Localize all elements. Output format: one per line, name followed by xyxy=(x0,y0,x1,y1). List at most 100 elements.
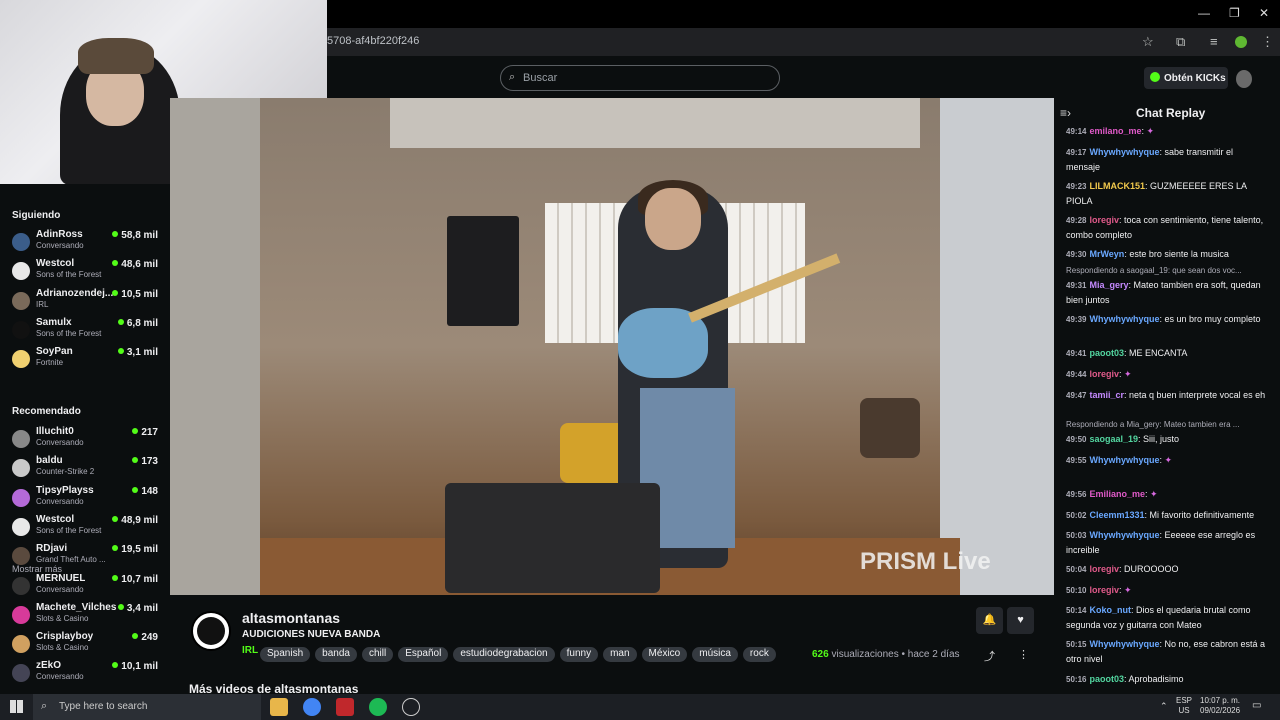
user-avatar[interactable] xyxy=(1236,70,1252,88)
tag-chip[interactable]: México xyxy=(641,647,688,662)
restore-icon[interactable]: ❐ xyxy=(1229,6,1240,20)
channel-avatar[interactable] xyxy=(191,611,231,651)
channel-name[interactable]: altasmontanas xyxy=(242,610,340,626)
category-link[interactable]: IRL xyxy=(242,645,258,656)
app-icon[interactable] xyxy=(336,698,354,716)
channel-category: Sons of the Forest xyxy=(36,328,102,338)
spotify-icon[interactable] xyxy=(369,698,387,716)
chat-username[interactable]: Whywhywhyque xyxy=(1089,530,1159,540)
tag-chip[interactable]: Español xyxy=(398,647,449,662)
bookmark-star-icon[interactable]: ☆ xyxy=(1142,34,1154,50)
channel-avatar xyxy=(12,233,30,251)
profile-icon[interactable] xyxy=(1235,36,1247,48)
channel-avatar xyxy=(12,350,30,369)
chat-username[interactable]: Whywhywhyque xyxy=(1089,639,1159,649)
sidebar-channel[interactable]: TipsyPlayss Conversando 148 xyxy=(12,485,162,514)
chat-username[interactable]: loregiv xyxy=(1089,564,1119,574)
viewer-count-value: 19,5 mil xyxy=(121,544,158,556)
get-kicks-button[interactable]: Obtén KICKs xyxy=(1144,67,1228,89)
viewer-count-value: 10,7 mil xyxy=(121,573,158,585)
clock[interactable]: 10:07 p. m. 09/02/2026 xyxy=(1200,696,1240,716)
sidebar-channel[interactable]: RDjavi Grand Theft Auto ... 19,5 mil xyxy=(12,543,162,572)
chat-username[interactable]: tamii_cr xyxy=(1089,390,1124,400)
chat-username[interactable]: loregiv xyxy=(1089,369,1119,379)
share-icon[interactable]: ⤴ xyxy=(984,648,995,664)
chat-username[interactable]: Koko_nut xyxy=(1089,605,1131,615)
emote-icon: ✦ xyxy=(1164,455,1173,465)
notification-center-icon[interactable]: ▭ xyxy=(1252,701,1261,711)
obs-icon[interactable] xyxy=(402,698,420,716)
viewer-count-value: 148 xyxy=(141,485,158,497)
chat-message: 49:31 Mia_gery: Mateo tambien era soft, q… xyxy=(1066,280,1261,305)
search-input[interactable]: ⌕ Buscar xyxy=(500,65,780,91)
chat-username[interactable]: paoot03 xyxy=(1089,674,1124,684)
sidebar-channel[interactable]: baldu Counter-Strike 2 173 xyxy=(12,455,162,484)
sidebar-channel[interactable]: Illuchit0 Conversando 217 xyxy=(12,426,162,455)
tag-chip[interactable]: Spanish xyxy=(260,647,311,662)
more-options-icon[interactable]: ⋮ xyxy=(1018,648,1029,661)
collapse-chat-icon[interactable]: ≡› xyxy=(1060,106,1071,120)
sidebar-channel[interactable]: SoyPan Fortnite 3,1 mil xyxy=(12,346,162,375)
chat-username[interactable]: Whywhywhyque xyxy=(1089,147,1159,157)
minimize-icon[interactable]: — xyxy=(1198,6,1210,20)
browser-menu-icon[interactable]: ⋮ xyxy=(1261,34,1274,50)
chat-username[interactable]: loregiv xyxy=(1089,585,1119,595)
message-timestamp: 49:41 xyxy=(1066,349,1087,358)
tag-chip[interactable]: banda xyxy=(315,647,357,662)
chat-username[interactable]: LILMACK151 xyxy=(1089,181,1145,191)
chat-username[interactable]: loregiv xyxy=(1089,215,1119,225)
tag-chip[interactable]: música xyxy=(692,647,738,662)
region-code: US xyxy=(1178,706,1190,715)
tag-chip[interactable]: rock xyxy=(742,647,776,662)
media-control-icon[interactable]: ≡ xyxy=(1210,34,1218,49)
sidebar-channel[interactable]: Machete_Vilches Slots & Casino 3,4 mil xyxy=(12,602,162,631)
viewer-count: 173 xyxy=(132,456,158,467)
chat-username[interactable]: emilano_me xyxy=(1089,126,1141,136)
chat-username[interactable]: Emiliano_me xyxy=(1089,489,1145,499)
tag-chip[interactable]: chill xyxy=(361,647,394,662)
tray-chevron-icon[interactable]: ⌃ xyxy=(1160,701,1168,711)
language-indicator[interactable]: ESP US xyxy=(1176,696,1192,716)
chrome-icon[interactable] xyxy=(303,698,321,716)
sidebar-channel[interactable]: Crisplayboy Slots & Casino 249 xyxy=(12,631,162,660)
view-stats: 626 visualizaciones • hace 2 días xyxy=(812,649,960,660)
message-timestamp: 50:10 xyxy=(1066,586,1087,595)
sidebar-channel[interactable]: zEkO Conversando 10,1 mil xyxy=(12,660,162,689)
chat-username[interactable]: Cleemm1331 xyxy=(1089,510,1144,520)
sidebar-channel[interactable]: MERNUEL Conversando 10,7 mil xyxy=(12,573,162,602)
chat-username[interactable]: MrWeyn xyxy=(1089,249,1124,259)
taskbar-search[interactable]: ⌕ Type here to search xyxy=(33,694,261,720)
chat-username[interactable]: Whywhywhyque xyxy=(1089,455,1159,465)
channel-name: Machete_Vilches xyxy=(36,601,117,613)
chat-message: 49:41 paoot03: ME ENCANTA xyxy=(1066,348,1188,358)
follow-heart-button[interactable]: ♥ xyxy=(1007,607,1034,634)
chat-message: 49:47 tamii_cr: neta q buen interprete vo… xyxy=(1066,390,1266,400)
extensions-icon[interactable]: ⧉ xyxy=(1176,34,1185,50)
message-timestamp: 49:31 xyxy=(1066,281,1087,290)
live-dot-icon xyxy=(132,457,139,464)
url-text[interactable]: 5708-af4bf220f246 xyxy=(327,35,419,47)
tag-chip[interactable]: estudiodegrabacion xyxy=(453,647,555,662)
file-explorer-icon[interactable] xyxy=(270,698,288,716)
sidebar-channel[interactable]: Samulx Sons of the Forest 6,8 mil xyxy=(12,317,162,346)
channel-category: Slots & Casino xyxy=(36,613,89,623)
message-timestamp: 49:23 xyxy=(1066,182,1087,191)
tag-chip[interactable]: funny xyxy=(559,647,599,662)
close-icon[interactable]: ✕ xyxy=(1259,6,1269,20)
chat-username[interactable]: saogaal_19 xyxy=(1089,434,1138,444)
video-player[interactable]: PRISM Live xyxy=(170,98,1054,595)
viewer-count-value: 48,9 mil xyxy=(121,514,158,526)
chat-username[interactable]: Mia_gery xyxy=(1089,280,1128,290)
channel-category: Conversando xyxy=(36,672,84,682)
channel-category: Grand Theft Auto ... xyxy=(36,555,106,565)
sidebar-channel[interactable]: AdinRoss Conversando 58,8 mil xyxy=(12,229,162,258)
windows-start-icon[interactable] xyxy=(10,700,23,713)
sidebar-channel[interactable]: Westcol Sons of the Forest 48,9 mil xyxy=(12,514,162,543)
sidebar-channel[interactable]: Adrianozendej... IRL 10,5 mil xyxy=(12,288,162,317)
tag-chip[interactable]: man xyxy=(603,647,637,662)
viewer-count-value: 173 xyxy=(141,456,158,468)
chat-username[interactable]: Whywhywhyque xyxy=(1089,314,1159,324)
sidebar-channel[interactable]: Westcol Sons of the Forest 48,6 mil xyxy=(12,258,162,287)
chat-username[interactable]: paoot03 xyxy=(1089,348,1124,358)
notification-bell-button[interactable]: 🔔 xyxy=(976,607,1003,634)
